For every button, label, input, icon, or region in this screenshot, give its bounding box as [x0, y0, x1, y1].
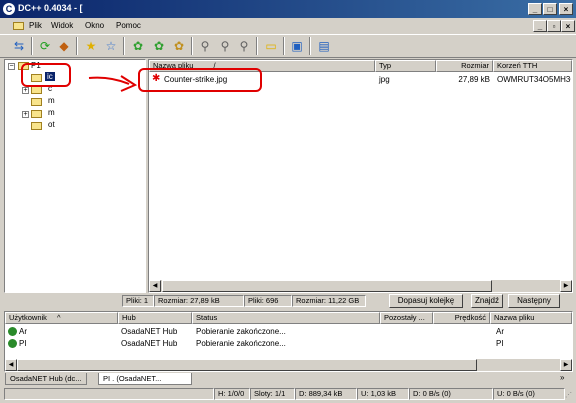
upload-rate: U: 0 B/s (0) — [493, 388, 565, 400]
column-header-filename[interactable]: Nazwa pliku — [490, 312, 572, 324]
transfer-row-user[interactable]: Ar — [19, 327, 27, 336]
finished-downloads-icon[interactable]: ✿ — [151, 38, 167, 54]
follow-redirect-icon[interactable]: ◆ — [56, 38, 72, 54]
folder-icon — [31, 122, 42, 130]
mdi-minimize-button[interactable]: _ — [533, 20, 547, 32]
transfer-row-hub: OsadaNET Hub — [121, 327, 178, 336]
column-header-type[interactable]: Typ — [375, 60, 436, 72]
annotation-circle — [138, 68, 262, 92]
scroll-right-button[interactable]: ▶ — [560, 280, 572, 292]
folder-icon — [31, 98, 42, 106]
column-header-tth[interactable]: Korzeń TTH — [493, 60, 572, 72]
search-icon[interactable]: ⚲ — [197, 38, 213, 54]
folder-icon — [31, 110, 42, 118]
menu-widok[interactable]: Widok — [51, 21, 73, 30]
status-message — [4, 388, 214, 400]
annotation-circle — [21, 63, 71, 87]
resize-grip-icon[interactable]: ⋰ — [565, 391, 572, 399]
menu-plik[interactable]: Plik — [29, 21, 42, 30]
transfer-row-file: Ar — [496, 327, 504, 336]
annotation-arrow — [88, 75, 138, 92]
selected-size: Rozmiar: 27,89 kB — [154, 295, 244, 307]
transfer-row-status: Pobieranie zakończone... — [196, 327, 286, 336]
uploaded-status: U: 1,03 kB — [357, 388, 409, 400]
notepad-icon[interactable]: ▤ — [316, 38, 332, 54]
window-title: DC++ 0.4034 - [ — [18, 3, 83, 13]
tab-scroll-icon[interactable]: » — [560, 373, 564, 382]
tab-hub[interactable]: OsadaNET Hub (dc... — [5, 373, 87, 385]
column-header-remaining[interactable]: Pozostały ... — [380, 312, 433, 324]
toolbar-separator — [283, 37, 285, 55]
mdi-close-button[interactable]: × — [561, 20, 575, 32]
settings-icon[interactable]: ▣ — [289, 38, 305, 54]
folder-icon — [31, 86, 42, 94]
folder-icon — [13, 22, 24, 30]
expand-toggle[interactable]: + — [22, 111, 29, 118]
search-spy-icon[interactable]: ⚲ — [236, 38, 252, 54]
adl-search-icon[interactable]: ⚲ — [217, 38, 233, 54]
toolbar-separator — [76, 37, 78, 55]
scroll-left-button[interactable]: ◀ — [149, 280, 161, 292]
total-size: Rozmiar: 11,22 GB — [292, 295, 366, 307]
title-bar: C DC++ 0.4034 - [ _ □ × — [0, 0, 576, 18]
file-row-tth: OWMRUT34O5MH3C — [497, 75, 571, 84]
files-count: Pliki: 1 — [122, 295, 154, 307]
tree-item[interactable]: m — [48, 108, 55, 117]
slots-status: Sloty: 1/1 — [250, 388, 295, 400]
directory-tree[interactable] — [4, 59, 146, 293]
downloaded-status: D: 889,34 kB — [295, 388, 357, 400]
transfer-row-user[interactable]: PI — [19, 339, 27, 348]
menu-okno[interactable]: Okno — [85, 21, 104, 30]
match-queue-button[interactable]: Dopasuj kolejkę — [389, 294, 463, 308]
column-header-status[interactable]: Status — [192, 312, 380, 324]
connect-icon[interactable]: ⇆ — [11, 38, 27, 54]
sort-icon: ^ — [56, 313, 61, 322]
transfer-row-file: PI — [496, 339, 504, 348]
app-logo-icon: C — [3, 3, 15, 15]
find-button[interactable]: Znajdź — [471, 294, 503, 308]
queue-icon[interactable]: ✿ — [130, 38, 146, 54]
next-button[interactable]: Następny — [508, 294, 560, 308]
column-header-speed[interactable]: Prędkość — [433, 312, 490, 324]
scroll-thumb[interactable] — [162, 280, 492, 292]
toolbar-separator — [31, 37, 33, 55]
transfer-row-status: Pobieranie zakończone... — [196, 339, 286, 348]
tab-filelist[interactable]: PI . (OsadaNET... — [98, 373, 192, 385]
tree-item[interactable]: m — [48, 96, 55, 105]
toolbar-separator — [256, 37, 258, 55]
file-row-size: 27,89 kB — [458, 75, 490, 84]
expand-toggle[interactable]: + — [22, 87, 29, 94]
toolbar-separator — [123, 37, 125, 55]
hubs-status: H: 1/0/0 — [214, 388, 250, 400]
collapse-toggle[interactable]: − — [8, 63, 15, 70]
column-header-size[interactable]: Rozmiar — [436, 60, 493, 72]
tree-item[interactable]: ot — [48, 120, 55, 129]
scroll-right-button[interactable]: ▶ — [560, 359, 572, 371]
scroll-left-button[interactable]: ◀ — [5, 359, 17, 371]
total-files: Pliki: 696 — [244, 295, 292, 307]
reconnect-icon[interactable]: ⟳ — [37, 38, 53, 54]
column-user-label: Użytkownik — [9, 313, 47, 322]
download-rate: D: 0 B/s (0) — [409, 388, 493, 400]
scroll-thumb[interactable] — [17, 359, 477, 371]
close-button[interactable]: × — [559, 3, 573, 15]
file-list[interactable] — [148, 59, 573, 293]
column-header-hub[interactable]: Hub — [118, 312, 192, 324]
maximize-button[interactable]: □ — [543, 3, 557, 15]
minimize-button[interactable]: _ — [528, 3, 542, 15]
menu-pomoc[interactable]: Pomoc — [116, 21, 141, 30]
open-filelist-icon[interactable]: ▭ — [263, 38, 279, 54]
user-icon — [8, 339, 17, 348]
file-row-type: jpg — [379, 75, 390, 84]
column-header-user[interactable]: Użytkownik ^ — [5, 312, 118, 324]
user-icon — [8, 327, 17, 336]
toolbar-separator — [191, 37, 193, 55]
favorite-users-icon[interactable]: ☆ — [103, 38, 119, 54]
toolbar-separator — [309, 37, 311, 55]
favorite-hubs-icon[interactable]: ★ — [83, 38, 99, 54]
transfer-row-hub: OsadaNET Hub — [121, 339, 178, 348]
mdi-restore-button[interactable]: ▫ — [547, 20, 561, 32]
upload-queue-icon[interactable]: ✿ — [171, 38, 187, 54]
